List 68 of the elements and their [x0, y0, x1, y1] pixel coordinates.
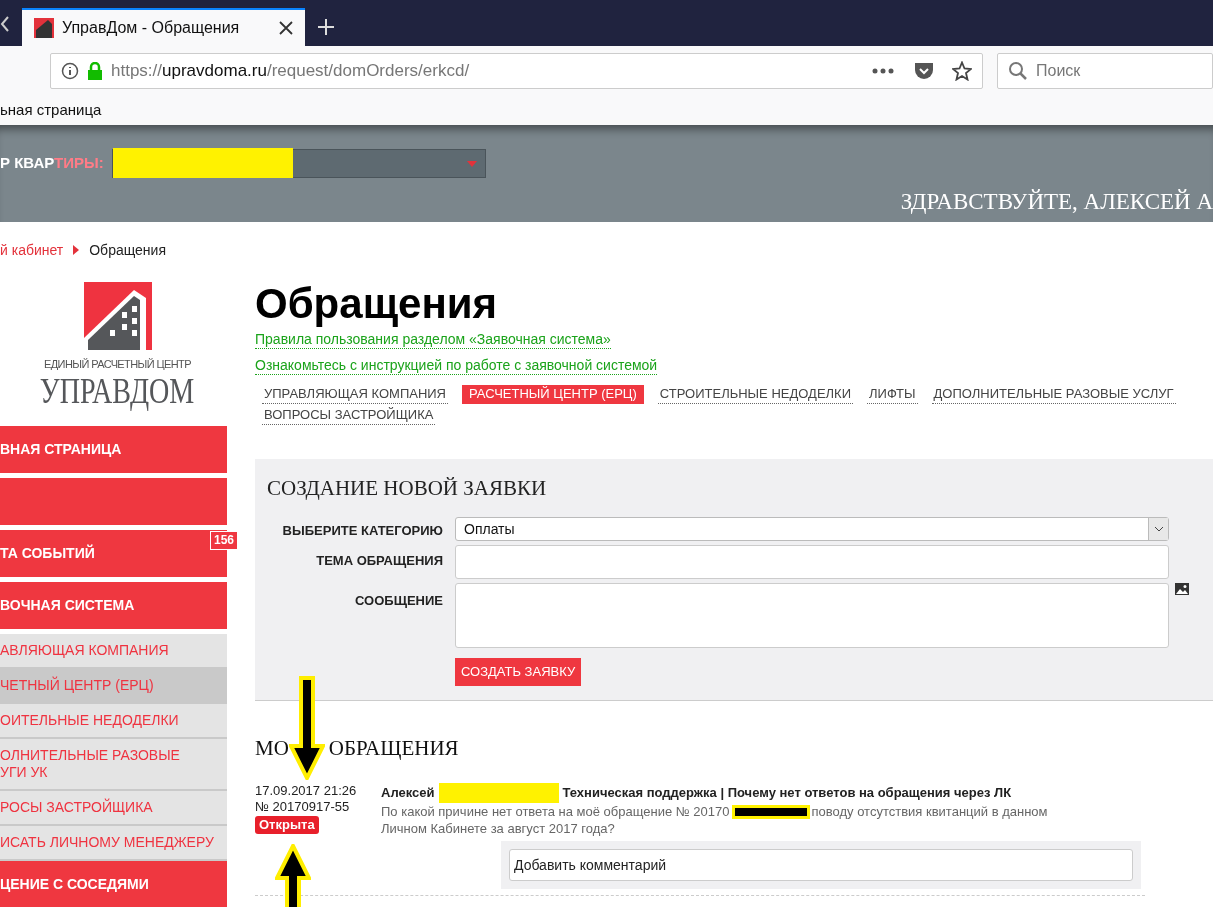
logo-icon: [83, 282, 152, 350]
category-select[interactable]: Оплаты: [455, 517, 1169, 541]
sidebar-subitem[interactable]: АВЛЯЮЩАЯ КОМПАНИЯ: [0, 633, 227, 669]
bookmark-link[interactable]: ьная страница: [0, 99, 102, 122]
favicon-icon: [34, 18, 54, 38]
search-field[interactable]: Поиск: [997, 53, 1213, 89]
sidebar-item[interactable]: ВОЧНАЯ СИСТЕМА: [0, 581, 227, 629]
greeting: ЗДРАВСТВУЙТЕ, АЛЕКСЕЙ А: [900, 188, 1213, 216]
sidebar-subitem[interactable]: ЧЕТНЫЙ ЦЕНТР (ЕРЦ): [0, 668, 227, 704]
category-tab[interactable]: СТРОИТЕЛЬНЫЕ НЕДОДЕЛКИ: [657, 385, 854, 404]
breadcrumb-link[interactable]: й кабинет: [0, 239, 64, 261]
sidebar-subitem[interactable]: ИСАТЬ ЛИЧНОМУ МЕНЕДЖЕРУ: [0, 825, 227, 861]
page-title: Обращения: [255, 280, 499, 328]
search-icon: [1008, 61, 1028, 81]
request-message: По какой причине нет ответа на моё обращение № 20170: [381, 803, 730, 820]
comment-field[interactable]: Добавить комментарий: [509, 849, 1133, 881]
caret-icon: [466, 160, 477, 167]
category-tab[interactable]: УПРАВЛЯЮЩАЯ КОМПАНИЯ: [262, 385, 448, 404]
chevron-down-icon: [1153, 526, 1164, 532]
tab-title: УправДом - Обращения: [62, 18, 241, 38]
category-tab[interactable]: ЛИФТЫ: [867, 385, 918, 404]
sidebar-item[interactable]: ВНАЯ СТРАНИЦА: [0, 425, 227, 473]
subject-field[interactable]: [455, 545, 1169, 579]
sidebar-subitem[interactable]: РОСЫ ЗАСТРОЙЩИКА: [0, 790, 227, 826]
sidebar-subitem[interactable]: ОЛНИТЕЛЬНЫЕ РАЗОВЫЕ УГИ УК: [0, 738, 227, 791]
browser-tab[interactable]: УправДом - Обращения: [22, 8, 305, 46]
lock-icon: [87, 62, 103, 80]
request-date: 17.09.2017 21:26: [255, 783, 357, 799]
image-icon[interactable]: [1175, 583, 1189, 595]
section-title: МО: [255, 735, 289, 761]
request-message: поводу отсутствия квитанций в данном: [811, 803, 1048, 820]
request-author: Алексей: [381, 784, 435, 803]
field-label: ВЫБЕРИТЕ КАТЕГОРИЮ: [281, 522, 444, 540]
sidebar-item[interactable]: [0, 477, 227, 525]
help-link[interactable]: Правила пользования разделом «Заявочная система»: [255, 330, 611, 349]
sidebar-subitem[interactable]: ОИТЕЛЬНЫЕ НЕДОДЕЛКИ: [0, 703, 227, 739]
category-tab[interactable]: ВОПРОСЫ ЗАСТРОЙЩИКА: [262, 406, 436, 425]
url-text: https://upravdoma.ru/request/domOrders/erkcd/: [111, 60, 471, 83]
breadcrumb-arrow-icon: [73, 245, 80, 255]
new-tab-icon[interactable]: [317, 18, 335, 36]
status-badge: Открыта: [255, 816, 319, 834]
back-tab-icon[interactable]: [0, 14, 10, 34]
create-request-button[interactable]: СОЗДАТЬ ЗАЯВКУ: [455, 658, 582, 686]
search-placeholder: Поиск: [1036, 61, 1081, 81]
field-label: СООБЩЕНИЕ: [354, 592, 444, 610]
down-arrow-icon: [289, 676, 325, 780]
request-number: № 20170917-55: [255, 799, 350, 815]
apartment-label: Р КВАРТИРЫ:: [0, 153, 104, 174]
request-message: Личном Кабинете за август 2017 года?: [381, 821, 615, 836]
apartment-select[interactable]: [111, 149, 486, 178]
info-icon[interactable]: [61, 62, 79, 80]
logo-subtitle: ЕДИНЫЙ РАСЧЕТНЫЙ ЦЕНТР: [44, 357, 191, 372]
breadcrumb-current: Обращения: [89, 240, 166, 260]
help-link[interactable]: Ознакомьтесь с инструкцией по работе с заявочной системой: [255, 356, 658, 375]
star-icon[interactable]: [952, 61, 972, 81]
panel-title: СОЗДАНИЕ НОВОЙ ЗАЯВКИ: [267, 477, 548, 499]
logo-name: УПРАВДОМ: [40, 372, 195, 409]
request-subject: Техническая поддержка | Почему нет ответов на обращения через ЛК: [562, 784, 1012, 803]
message-field[interactable]: [455, 583, 1169, 648]
category-tab[interactable]: ДОПОЛНИТЕЛЬНЫЕ РАЗОВЫЕ УСЛУГ: [931, 385, 1176, 404]
close-icon[interactable]: [279, 21, 293, 35]
category-tab[interactable]: РАСЧЕТНЫЙ ЦЕНТР (ЕРЦ): [462, 385, 644, 404]
section-title: ОБРАЩЕНИЯ: [328, 735, 459, 761]
sidebar-item[interactable]: ЦЕНИЕ С СОСЕДЯМИ: [0, 860, 227, 907]
more-icon[interactable]: [872, 68, 894, 74]
pocket-icon[interactable]: [914, 62, 934, 80]
url-field[interactable]: https://upravdoma.ru/request/domOrders/erkcd/: [50, 53, 983, 89]
field-label: ТЕМА ОБРАЩЕНИЯ: [315, 552, 444, 570]
